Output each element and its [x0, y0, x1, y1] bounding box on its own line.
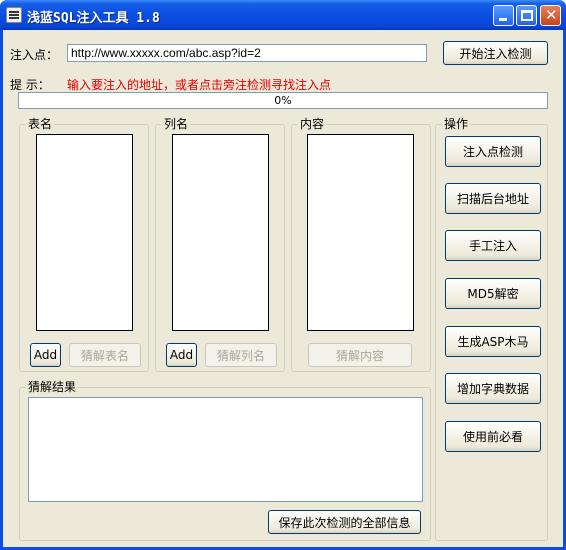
maximize-button[interactable] [516, 5, 537, 26]
md5-decrypt-button[interactable]: MD5解密 [445, 278, 541, 309]
minimize-icon [499, 18, 507, 21]
result-group-title: 猜解结果 [26, 380, 79, 394]
tables-list[interactable] [36, 134, 133, 331]
add-table-button[interactable]: Add [30, 343, 61, 367]
guess-columns-button[interactable]: 猜解列名 [205, 343, 277, 367]
tables-group-title: 表名 [26, 117, 55, 131]
content-group: 内容 猜解内容 [291, 117, 431, 372]
url-input[interactable]: http://www.xxxxx.com/abc.asp?id=2 [67, 44, 427, 62]
hint-text: 输入要注入的地址，或者点击旁注检测寻找注入点 [67, 78, 332, 92]
guess-content-button[interactable]: 猜解内容 [308, 343, 412, 367]
tables-group: 表名 Add 猜解表名 [19, 117, 149, 372]
content-group-title: 内容 [298, 117, 327, 131]
progress-bar: 0% [18, 92, 548, 109]
detect-injection-button[interactable]: 注入点检测 [445, 136, 541, 167]
window-title: 浅蓝SQL注入工具 1.8 [27, 11, 160, 26]
add-column-button[interactable]: Add [166, 343, 197, 367]
title-bar[interactable]: 浅蓝SQL注入工具 1.8 ✕ [0, 0, 566, 30]
scan-admin-button[interactable]: 扫描后台地址 [445, 183, 541, 214]
columns-group-title: 列名 [162, 117, 191, 131]
progress-text: 0% [274, 94, 292, 107]
columns-group: 列名 Add 猜解列名 [155, 117, 285, 372]
generate-asp-trojan-button[interactable]: 生成ASP木马 [445, 326, 541, 357]
content-list[interactable] [307, 134, 414, 331]
close-button[interactable]: ✕ [540, 5, 561, 26]
guess-tables-button[interactable]: 猜解表名 [69, 343, 141, 367]
columns-list[interactable] [172, 134, 269, 331]
maximize-icon [521, 10, 533, 21]
client-area: 注入点： http://www.xxxxx.com/abc.asp?id=2 开… [3, 30, 563, 547]
minimize-button[interactable] [493, 5, 514, 26]
url-label: 注入点： [10, 48, 59, 62]
app-icon [6, 7, 22, 23]
hint-label: 提 示： [10, 78, 50, 92]
read-first-button[interactable]: 使用前必看 [445, 421, 541, 452]
close-icon: ✕ [545, 6, 558, 24]
manual-injection-button[interactable]: 手工注入 [445, 230, 541, 261]
actions-group-title: 操作 [442, 117, 471, 131]
start-injection-button[interactable]: 开始注入检测 [443, 41, 548, 65]
actions-group: 操作 注入点检测 扫描后台地址 手工注入 MD5解密 生成ASP木马 增加字典数… [435, 117, 548, 541]
app-window: 浅蓝SQL注入工具 1.8 ✕ 注入点： http://www.xxxxx.co… [0, 0, 566, 550]
save-results-button[interactable]: 保存此次检测的全部信息 [268, 510, 421, 534]
result-textarea[interactable] [28, 397, 423, 502]
add-dictionary-button[interactable]: 增加字典数据 [445, 373, 541, 404]
result-group: 猜解结果 保存此次检测的全部信息 [19, 380, 431, 541]
